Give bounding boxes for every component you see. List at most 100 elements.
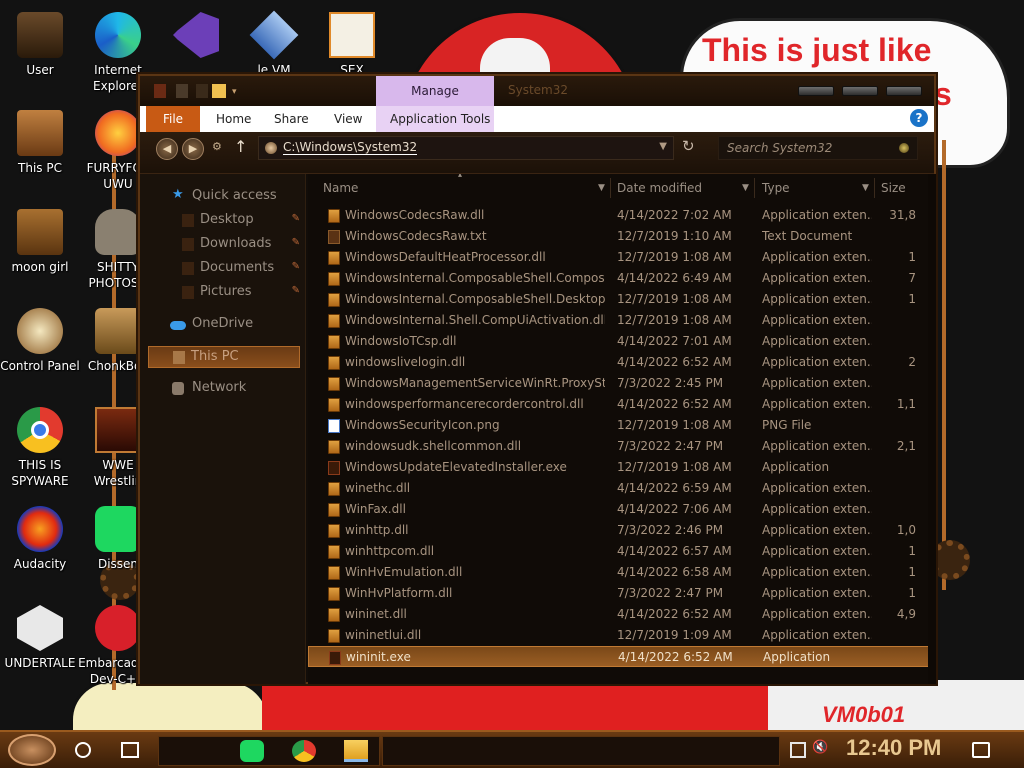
- documents-folder-icon: [182, 262, 194, 275]
- nav-label: Desktop: [200, 212, 254, 227]
- start-button[interactable]: [8, 734, 56, 766]
- column-header-name[interactable]: Name: [323, 174, 358, 202]
- file-row[interactable]: wininit.exe 4/14/2022 6:52 AM Application: [308, 646, 936, 667]
- tab-share[interactable]: Share: [274, 106, 309, 132]
- nav-onedrive[interactable]: OneDrive: [140, 314, 306, 336]
- nav-label: This PC: [191, 349, 239, 364]
- volume-muted-icon[interactable]: 🔇: [812, 740, 828, 756]
- file-row[interactable]: WinFax.dll 4/14/2022 7:06 AM Application e…: [308, 499, 936, 520]
- file-row[interactable]: WindowsManagementServiceWinRt.ProxyStu..…: [308, 373, 936, 394]
- file-row[interactable]: WinHvEmulation.dll 4/14/2022 6:58 AM Appli…: [308, 562, 936, 583]
- file-row[interactable]: WindowsInternal.ComposableShell.Composer…: [308, 268, 936, 289]
- file-type: Application exten...: [762, 586, 872, 600]
- tab-home[interactable]: Home: [216, 106, 251, 132]
- address-field[interactable]: C:\Windows\System32 ▼: [258, 136, 674, 160]
- new-folder-icon[interactable]: [212, 84, 226, 98]
- file-size: 1: [908, 565, 916, 579]
- task-view-icon[interactable]: [121, 742, 139, 758]
- chevron-down-icon[interactable]: ▼: [742, 174, 749, 202]
- file-date: 4/14/2022 6:52 AM: [617, 355, 732, 369]
- nav-this-pc[interactable]: This PC: [148, 346, 300, 368]
- desktop-icon-label: Control Panel: [0, 359, 80, 373]
- help-icon[interactable]: ?: [910, 109, 928, 127]
- file-row[interactable]: WindowsIoTCsp.dll 4/14/2022 7:01 AM Applic…: [308, 331, 936, 352]
- file-row[interactable]: wininetlui.dll 12/7/2019 1:09 AM Applicati…: [308, 625, 936, 646]
- desktop-icon-this-pc[interactable]: This PC: [0, 106, 80, 198]
- tab-file[interactable]: File: [146, 106, 200, 132]
- file-explorer-window[interactable]: ▾ System32 Manage File Home Share View A…: [138, 74, 936, 684]
- file-row[interactable]: WindowsInternal.Shell.CompUiActivation.d…: [308, 310, 936, 331]
- chevron-down-icon[interactable]: ▼: [862, 174, 869, 202]
- forward-button[interactable]: ▶: [182, 138, 204, 160]
- taskbar: 🔇 12:40 PM: [0, 730, 1024, 768]
- spotify-icon[interactable]: [240, 740, 264, 762]
- chevron-down-icon[interactable]: ▼: [598, 174, 605, 202]
- desktop-icon-audacity[interactable]: Audacity: [0, 502, 80, 594]
- wallpaper-brass-rod: [942, 140, 946, 590]
- close-button[interactable]: [886, 86, 922, 96]
- desktop-icon-control-panel[interactable]: Control Panel: [0, 304, 80, 396]
- file-row[interactable]: wininet.dll 4/14/2022 6:52 AM Application …: [308, 604, 936, 625]
- file-row[interactable]: winhttp.dll 7/3/2022 2:46 PM Application e…: [308, 520, 936, 541]
- file-explorer-icon[interactable]: [344, 740, 368, 762]
- search-input[interactable]: Search System32: [718, 136, 918, 160]
- title-bar[interactable]: ▾ System32: [140, 76, 934, 106]
- up-arrow-icon[interactable]: ↑: [234, 137, 247, 156]
- tab-manage[interactable]: Manage: [376, 76, 494, 106]
- file-row[interactable]: WindowsSecurityIcon.png 12/7/2019 1:08 AM…: [308, 415, 936, 436]
- file-row[interactable]: WindowsUpdateElevatedInstaller.exe 12/7/2…: [308, 457, 936, 478]
- window-title: System32: [508, 83, 569, 97]
- file-row[interactable]: windowsudk.shellcommon.dll 7/3/2022 2:47 …: [308, 436, 936, 457]
- network-tray-icon[interactable]: [790, 742, 806, 758]
- file-row[interactable]: windowslivelogin.dll 4/14/2022 6:52 AM App…: [308, 352, 936, 373]
- nav-quick-access[interactable]: ★ Quick access: [140, 186, 306, 208]
- desktop-icon-undertale[interactable]: UNDERTALE: [0, 601, 80, 693]
- file-row[interactable]: WindowsCodecsRaw.txt 12/7/2019 1:10 AM Tex…: [308, 226, 936, 247]
- file-row[interactable]: WinHvPlatform.dll 7/3/2022 2:47 PM Applica…: [308, 583, 936, 604]
- nav-downloads[interactable]: Downloads ✎: [140, 234, 306, 256]
- properties-icon[interactable]: [176, 84, 188, 98]
- column-separator[interactable]: [610, 178, 611, 198]
- nav-documents[interactable]: Documents ✎: [140, 258, 306, 280]
- tab-application-tools[interactable]: Application Tools: [390, 106, 490, 132]
- file-type: Application exten...: [762, 565, 872, 579]
- nav-desktop[interactable]: Desktop ✎: [140, 210, 306, 232]
- cloud-icon: [170, 321, 186, 330]
- chevron-down-icon[interactable]: ▾: [232, 87, 240, 97]
- file-row[interactable]: winhttpcom.dll 4/14/2022 6:57 AM Applicati…: [308, 541, 936, 562]
- nav-network[interactable]: Network: [140, 378, 306, 400]
- column-separator[interactable]: [754, 178, 755, 198]
- desktop-icon-chrome[interactable]: THIS IS SPYWARE: [0, 403, 80, 495]
- minimize-button[interactable]: [798, 86, 834, 96]
- file-row[interactable]: WindowsDefaultHeatProcessor.dll 12/7/2019…: [308, 247, 936, 268]
- recent-locations-icon[interactable]: ⚙: [212, 140, 222, 153]
- notification-icon[interactable]: [972, 742, 990, 758]
- vertical-scrollbar[interactable]: [928, 174, 936, 684]
- file-row[interactable]: winethc.dll 4/14/2022 6:59 AM Application …: [308, 478, 936, 499]
- tab-view[interactable]: View: [334, 106, 362, 132]
- chrome-icon[interactable]: [292, 740, 316, 762]
- refresh-icon[interactable]: ↻: [682, 137, 695, 155]
- maximize-button[interactable]: [842, 86, 878, 96]
- file-row[interactable]: WindowsCodecsRaw.dll 4/14/2022 7:02 AM App…: [308, 205, 936, 226]
- file-size: 1: [908, 250, 916, 264]
- column-header-size[interactable]: Size: [881, 174, 906, 202]
- visual-studio-icon: [173, 12, 219, 58]
- desktop-icon-user[interactable]: User: [0, 8, 80, 100]
- search-circle-icon[interactable]: [75, 742, 91, 758]
- file-row[interactable]: windowsperformancerecordercontrol.dll 4/1…: [308, 394, 936, 415]
- file-date: 12/7/2019 1:08 AM: [617, 313, 732, 327]
- file-size: 4,9: [896, 607, 916, 621]
- search-placeholder: Search System32: [727, 141, 833, 155]
- chevron-down-icon[interactable]: ▼: [659, 141, 667, 152]
- file-name: WindowsManagementServiceWinRt.ProxyStu..…: [345, 376, 605, 390]
- back-button[interactable]: ◀: [156, 138, 178, 160]
- undo-icon[interactable]: [196, 84, 208, 98]
- file-row[interactable]: WindowsInternal.ComposableShell.DesktopH…: [308, 289, 936, 310]
- desktop-icon-moon-girl[interactable]: moon girl: [0, 205, 80, 297]
- column-separator[interactable]: [874, 178, 875, 198]
- column-header-type[interactable]: Type: [762, 174, 790, 202]
- taskbar-clock[interactable]: 12:40 PM: [846, 735, 941, 761]
- column-header-date[interactable]: Date modified: [617, 174, 702, 202]
- nav-pictures[interactable]: Pictures ✎: [140, 282, 306, 304]
